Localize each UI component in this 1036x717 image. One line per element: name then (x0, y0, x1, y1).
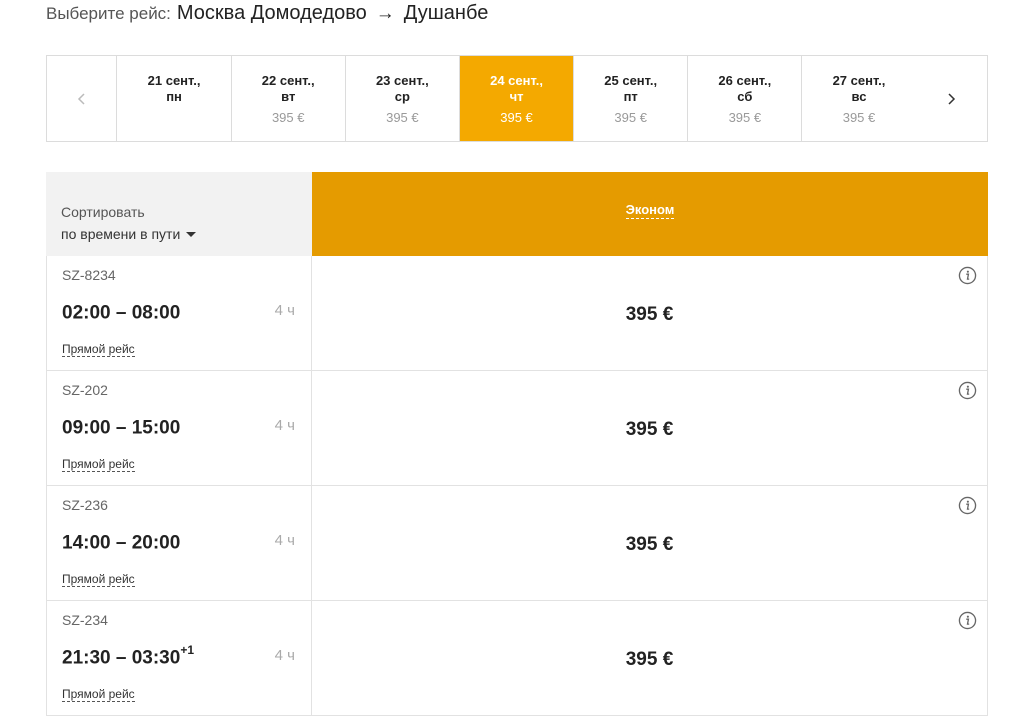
weekday-label: пн (166, 89, 182, 104)
flight-type-link[interactable]: Прямой рейс (62, 572, 135, 587)
date-price: 395 € (728, 110, 762, 125)
fare-cell[interactable]: 395 € (312, 601, 988, 715)
weekday-label: чт (509, 89, 524, 104)
flight-type-link[interactable]: Прямой рейс (62, 457, 135, 472)
info-icon[interactable] (958, 381, 977, 400)
date-tab-21[interactable]: 21 сент., пн (116, 56, 230, 141)
date-tab-23[interactable]: 23 сент., ср 395 € (344, 56, 459, 141)
route-arrow-icon: → (375, 3, 395, 24)
weekday-label: вс (851, 89, 867, 104)
flight-times-text: 09:00 – 15:00 (62, 417, 181, 439)
chevron-right-icon (948, 92, 956, 105)
date-price: 395 € (842, 110, 876, 125)
fare-class-link[interactable]: Эконом (625, 202, 675, 219)
fare-cell[interactable]: 395 € (312, 486, 988, 600)
page-heading: Выберите рейс: Москва Домодедово → Душан… (46, 2, 488, 28)
date-tab-25[interactable]: 25 сент., пт 395 € (573, 56, 687, 141)
fare-price: 395 € (625, 419, 674, 440)
date-label: 25 сент., (604, 73, 658, 88)
flight-duration: 4 ч (274, 302, 295, 319)
date-price: 395 € (500, 110, 533, 125)
sort-value: по времени в пути (61, 226, 181, 242)
fare-cell[interactable]: 395 € (312, 256, 988, 370)
flight-times: 21:30 – 03:30+1 (62, 643, 195, 669)
date-label: 26 сент., (718, 73, 772, 88)
date-label: 21 сент., (147, 73, 201, 88)
flight-duration: 4 ч (274, 417, 295, 434)
flight-type-link[interactable]: Прямой рейс (62, 687, 135, 702)
flight-row: SZ-202 09:00 – 15:00 4 ч Прямой рейс 395… (46, 371, 988, 486)
plus-day: +1 (180, 643, 195, 657)
fare-price: 395 € (625, 649, 674, 670)
info-icon[interactable] (958, 496, 977, 515)
flight-duration: 4 ч (274, 532, 295, 549)
flight-info: SZ-202 09:00 – 15:00 4 ч Прямой рейс (46, 371, 312, 485)
flight-row: SZ-234 21:30 – 03:30+1 4 ч Прямой рейс 3… (46, 601, 988, 716)
destination-city: Душанбе (403, 2, 489, 24)
fare-class-header: Эконом (312, 172, 988, 256)
weekday-label: пт (623, 89, 638, 104)
prev-dates-button[interactable] (47, 56, 116, 141)
flight-info: SZ-234 21:30 – 03:30+1 4 ч Прямой рейс (46, 601, 312, 715)
date-label: 24 сент., (490, 73, 543, 88)
flight-duration: 4 ч (274, 647, 295, 664)
weekday-label: ср (394, 89, 410, 104)
info-icon[interactable] (958, 611, 977, 630)
date-price: 395 € (271, 110, 305, 125)
flight-times-text: 21:30 – 03:30 (62, 647, 181, 669)
date-label: 23 сент., (375, 73, 429, 88)
flight-times: 09:00 – 15:00 (62, 415, 180, 439)
flight-info: SZ-236 14:00 – 20:00 4 ч Прямой рейс (46, 486, 312, 600)
flight-times-text: 14:00 – 20:00 (62, 532, 181, 554)
chevron-left-icon (77, 92, 85, 105)
origin-city: Москва Домодедово (176, 2, 367, 24)
fare-cell[interactable]: 395 € (312, 371, 988, 485)
sort-control: Сортировать по времени в пути (46, 172, 312, 256)
flight-number: SZ-8234 (62, 267, 116, 283)
flight-times-text: 02:00 – 08:00 (62, 302, 181, 324)
flight-row: SZ-236 14:00 – 20:00 4 ч Прямой рейс 395… (46, 486, 988, 601)
date-tab-26[interactable]: 26 сент., сб 395 € (687, 56, 801, 141)
next-dates-button[interactable] (916, 56, 987, 141)
flight-times: 14:00 – 20:00 (62, 530, 180, 554)
sort-label: Сортировать (61, 204, 145, 220)
flight-info: SZ-8234 02:00 – 08:00 4 ч Прямой рейс (46, 256, 312, 370)
date-price: 395 € (614, 110, 647, 125)
weekday-label: сб (737, 89, 753, 104)
date-tab-27[interactable]: 27 сент., вс 395 € (801, 56, 915, 141)
flight-number: SZ-236 (62, 497, 108, 513)
flight-times: 02:00 – 08:00 (62, 300, 180, 324)
flight-type-link[interactable]: Прямой рейс (62, 342, 135, 357)
table-header: Сортировать по времени в пути Эконом (46, 172, 988, 256)
flight-number: SZ-202 (62, 382, 108, 398)
flight-row: SZ-8234 02:00 – 08:00 4 ч Прямой рейс 39… (46, 256, 988, 371)
weekday-label: вт (281, 89, 296, 104)
date-selector: 21 сент., пн 22 сент., вт 395 € 23 сент.… (46, 55, 988, 142)
date-label: 27 сент., (832, 73, 886, 88)
date-tab-24-selected[interactable]: 24 сент., чт 395 € (458, 56, 574, 141)
caret-down-icon (186, 231, 197, 237)
sort-dropdown[interactable]: по времени в пути (61, 225, 312, 243)
flights-table: Сортировать по времени в пути Эконом SZ-… (46, 172, 988, 716)
date-label: 22 сент., (261, 73, 315, 88)
date-price: 395 € (386, 110, 419, 125)
info-icon[interactable] (958, 266, 977, 285)
heading-prefix: Выберите рейс: (46, 4, 171, 23)
date-tab-22[interactable]: 22 сент., вт 395 € (230, 56, 345, 141)
fare-price: 395 € (625, 304, 674, 325)
flight-number: SZ-234 (62, 612, 108, 628)
fare-price: 395 € (625, 534, 674, 555)
